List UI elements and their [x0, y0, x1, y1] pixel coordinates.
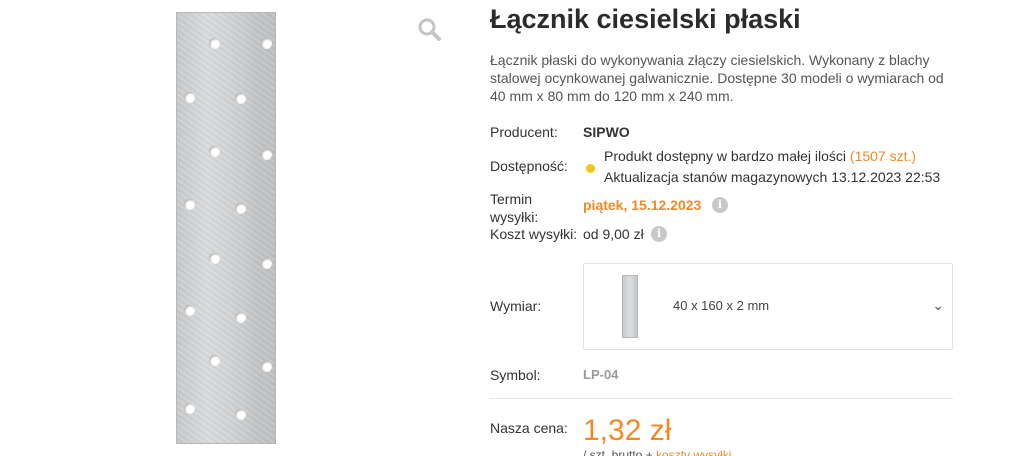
shipping-term-label-line1: Termin: [490, 191, 533, 207]
dimension-label: Wymiar:: [490, 298, 542, 314]
shipping-costs-link[interactable]: koszty wysyłki: [656, 448, 731, 456]
plate-hole: [261, 361, 272, 372]
price-unit-text: / szt. brutto +: [583, 448, 657, 456]
producer-value[interactable]: SIPWO: [583, 123, 630, 141]
product-description: Łącznik płaski do wykonywania złączy cie…: [490, 52, 944, 104]
plate-hole: [235, 203, 246, 214]
availability-quantity: (1507 szt.): [849, 148, 917, 164]
magnifier-icon: [418, 18, 441, 41]
plate-hole: [184, 199, 195, 210]
zoom-button[interactable]: [416, 16, 442, 42]
product-image[interactable]: [176, 12, 276, 444]
product-title: Łącznik ciesielski płaski: [490, 4, 801, 34]
steel-plate-image: [176, 12, 276, 444]
product-gallery: [0, 0, 470, 456]
plate-hole: [261, 258, 272, 269]
plate-hole: [235, 409, 246, 420]
price-label: Nasza cena:: [490, 420, 568, 436]
symbol-label: Symbol:: [490, 367, 541, 383]
chevron-down-icon: ⌄: [932, 297, 944, 313]
plate-hole: [184, 403, 195, 414]
shipping-term-value: piątek, 15.12.2023: [583, 197, 702, 213]
plate-hole: [209, 355, 220, 366]
producer-label: Producent:: [490, 124, 558, 140]
plate-hole: [209, 253, 220, 264]
stock-update-text: Aktualizacja stanów magazynowych 13.12.2…: [604, 169, 941, 185]
shipping-term-label-line2: wysyłki:: [490, 209, 539, 225]
shipping-term-info-icon[interactable]: i: [712, 197, 728, 213]
plate-hole: [184, 92, 195, 103]
plate-hole: [261, 149, 272, 160]
plate-hole: [235, 312, 246, 323]
plate-hole: [261, 38, 272, 49]
price-subtext: / szt. brutto + koszty wysyłki: [583, 448, 731, 456]
symbol-value: LP-04: [583, 367, 619, 382]
plate-hole: [235, 93, 246, 104]
shipping-cost-info-icon[interactable]: i: [651, 226, 667, 242]
availability-text: Produkt dostępny w bardzo małej ilości (…: [604, 147, 916, 165]
dimension-selected-value: 40 x 160 x 2 mm: [673, 298, 770, 313]
shipping-cost-value: od 9,00 zł: [583, 226, 644, 242]
product-price: 1,32 zł: [583, 414, 672, 447]
variant-thumbnail: [622, 275, 638, 338]
plate-hole: [209, 146, 220, 157]
availability-status-dot: [586, 164, 595, 173]
plate-hole: [184, 305, 195, 316]
shipping-cost-label: Koszt wysyłki:: [490, 226, 578, 242]
plate-hole: [209, 38, 220, 49]
availability-message: Produkt dostępny w bardzo małej ilości: [604, 148, 847, 164]
divider: [490, 398, 953, 399]
dimension-select[interactable]: 40 x 160 x 2 mm ⌄: [583, 263, 953, 350]
availability-label: Dostępność:: [490, 158, 568, 174]
